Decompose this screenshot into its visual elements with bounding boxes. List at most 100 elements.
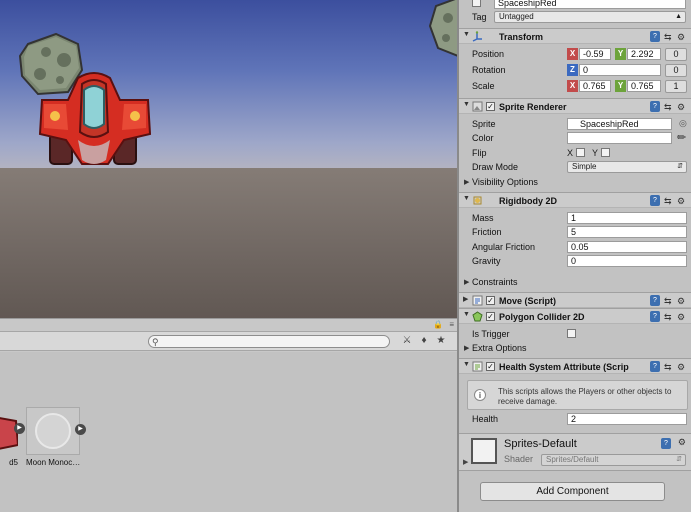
is-trigger-checkbox[interactable] [567,329,576,338]
draw-mode-dropdown[interactable]: Simple ⇵ [567,161,687,173]
asset-item[interactable]: ▶ Moon Monoc… [26,407,86,467]
rigidbody-2d-header[interactable]: ▼ Rigidbody 2D ? ⇆ ⚙ [459,192,691,208]
fold-arrow-icon[interactable]: ▼ [463,31,470,38]
project-search-input[interactable]: ⚲ [148,335,390,348]
polygon-collider-header[interactable]: ▼ ✓ Polygon Collider 2D ? ⇆ ⚙ [459,308,691,324]
health-system-header[interactable]: ▼ ✓ Health System Attribute (Scrip ? ⇆ ⚙ [459,358,691,374]
constraints-row[interactable]: ▶ Constraints [459,275,691,290]
scale-x-field[interactable]: 0.765 [579,80,611,92]
fold-arrow-icon[interactable]: ▶ [464,341,469,356]
preset-icon[interactable]: ⇆ [664,295,672,307]
transform-icon [472,31,482,42]
lock-icon[interactable]: 🔒 [433,320,443,329]
position-label: Position [472,49,505,59]
color-swatch[interactable] [567,132,672,144]
material-preview[interactable] [471,438,497,464]
preset-icon[interactable]: ⇆ [664,101,672,113]
gear-icon[interactable]: ⚙ [677,101,685,113]
axis-x-label: X [567,48,578,60]
object-name-field[interactable]: SpaceshipRed [494,0,686,9]
move-script-header[interactable]: ▶ ✓ Move (Script) ? ⇆ ⚙ [459,292,691,308]
rotation-w-field[interactable]: 0 [665,64,687,77]
sprite-row: Sprite SpaceshipRed ◎ [459,117,691,132]
draw-mode-label: Draw Mode [472,162,519,172]
active-checkbox[interactable] [472,0,481,7]
fold-arrow-icon[interactable]: ▶ [463,295,468,303]
position-row: Position X -0.59 Y 2.292 0 [459,47,691,62]
sprite-renderer-enabled-checkbox[interactable]: ✓ [486,102,495,111]
flip-x-checkbox[interactable] [576,148,585,157]
object-picker-icon[interactable]: ◎ [679,118,687,129]
info-icon: i [474,389,486,401]
polygon-collider-enabled-checkbox[interactable]: ✓ [486,312,495,321]
health-system-enabled-checkbox[interactable]: ✓ [486,362,495,371]
gravity-field[interactable]: 0 [567,255,687,267]
filter-by-type-icon[interactable]: ⚔ [400,334,414,348]
move-script-enabled-checkbox[interactable]: ✓ [486,296,495,305]
rotation-z-field[interactable]: 0 [579,64,661,76]
sprite-renderer-icon [472,101,483,112]
shader-dropdown[interactable]: Sprites/Default ⇵ [541,454,686,466]
help-icon[interactable]: ? [650,295,660,306]
play-icon[interactable]: ▶ [75,424,86,435]
asteroid-sprite-partial[interactable] [428,0,457,58]
scale-label: Scale [472,81,495,91]
extra-options-row[interactable]: ▶ Extra Options [459,341,691,356]
script-icon [472,295,483,306]
color-row: Color ✏ [459,131,691,146]
add-component-button[interactable]: Add Component [480,482,665,501]
preset-icon[interactable]: ⇆ [664,361,672,373]
gear-icon[interactable]: ⚙ [678,437,686,448]
friction-field[interactable]: 5 [567,226,687,238]
gear-icon[interactable]: ⚙ [677,361,685,373]
fold-arrow-icon[interactable]: ▼ [463,101,470,108]
position-y-field[interactable]: 2.292 [627,48,661,60]
panel-menu-icon[interactable]: ≡ [449,320,454,329]
rigidbody-2d-title: Rigidbody 2D [499,196,557,206]
axis-y-label: Y [615,80,626,92]
fold-arrow-icon[interactable]: ▼ [463,195,470,202]
sprite-renderer-header[interactable]: ▼ ✓ Sprite Renderer ? ⇆ ⚙ [459,98,691,114]
moon-thumbnail-frame: ▶ [26,407,86,455]
fold-arrow-icon[interactable]: ▼ [463,311,470,318]
asset-item[interactable]: ▶ d5 [0,407,25,467]
position-x-field[interactable]: -0.59 [579,48,611,60]
gear-icon[interactable]: ⚙ [677,295,685,307]
position-z-field[interactable]: 0 [665,48,687,61]
preset-icon[interactable]: ⇆ [664,311,672,323]
filter-by-label-icon[interactable]: ♦ [417,334,431,348]
scale-z-field[interactable]: 1 [665,80,687,93]
gear-icon[interactable]: ⚙ [677,311,685,323]
scene-view[interactable] [0,0,457,318]
gear-icon[interactable]: ⚙ [677,195,685,207]
component-buttons: ? ⇆ ⚙ [650,311,690,323]
project-toolbar: ⚲ ⚔ ♦ ★ [0,331,457,351]
scale-y-field[interactable]: 0.765 [627,80,661,92]
eyedropper-icon[interactable]: ✏ [677,131,686,144]
help-icon[interactable]: ? [650,31,660,42]
spaceship-red-sprite[interactable] [38,70,152,170]
gear-icon[interactable]: ⚙ [677,31,685,43]
sprite-field[interactable]: SpaceshipRed [567,118,672,130]
help-icon[interactable]: ? [650,311,660,322]
preset-icon[interactable]: ⇆ [664,31,672,43]
flip-y-checkbox[interactable] [601,148,610,157]
axis-y-label: Y [615,48,626,60]
fold-arrow-icon[interactable]: ▶ [464,175,469,190]
favorite-star-icon[interactable]: ★ [434,334,448,348]
help-icon[interactable]: ? [661,438,671,449]
angular-friction-field[interactable]: 0.05 [567,241,687,253]
preset-icon[interactable]: ⇆ [664,195,672,207]
help-icon[interactable]: ? [650,101,660,112]
mass-field[interactable]: 1 [567,212,687,224]
play-icon[interactable]: ▶ [14,423,25,434]
help-icon[interactable]: ? [650,195,660,206]
tag-dropdown[interactable]: Untagged ▲︎ [494,11,686,23]
fold-arrow-icon[interactable]: ▼ [463,361,470,368]
health-field[interactable]: 2 [567,413,687,425]
transform-header[interactable]: ▼ Transform ? ⇆ ⚙ [459,28,691,44]
fold-arrow-icon[interactable]: ▶ [463,458,468,466]
help-icon[interactable]: ? [650,361,660,372]
visibility-options-row[interactable]: ▶ Visibility Options [459,175,691,190]
fold-arrow-icon[interactable]: ▶ [464,275,469,290]
